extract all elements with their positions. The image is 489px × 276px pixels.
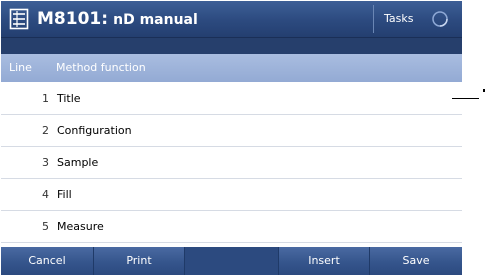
method-function-list: 1 Title 2 Configuration 3 Sample 4 Fill … bbox=[1, 83, 462, 243]
column-header-method-function: Method function bbox=[56, 61, 146, 74]
insert-button[interactable]: Insert bbox=[279, 247, 370, 275]
column-header-line: Line bbox=[9, 61, 32, 74]
row-function-label: Title bbox=[57, 92, 81, 105]
row-line-number: 5 bbox=[42, 220, 49, 233]
row-line-number: 2 bbox=[42, 124, 49, 137]
row-function-label: Configuration bbox=[57, 124, 132, 137]
table-row[interactable]: 5 Measure bbox=[1, 211, 462, 243]
empty-action-slot bbox=[185, 247, 279, 275]
print-button[interactable]: Print bbox=[94, 247, 185, 275]
method-id: M8101: bbox=[37, 9, 109, 29]
title-bar: M8101: nD manual Tasks bbox=[1, 1, 462, 38]
row-line-number: 3 bbox=[42, 156, 49, 169]
table-row[interactable]: 4 Fill bbox=[1, 179, 462, 211]
tasks-label: Tasks bbox=[384, 12, 414, 25]
row-function-label: Measure bbox=[57, 220, 104, 233]
tasks-button[interactable]: Tasks bbox=[374, 1, 462, 37]
callout-mark bbox=[483, 89, 485, 92]
table-header: Line Method function bbox=[1, 54, 462, 82]
page-title: M8101: nD manual bbox=[37, 1, 198, 37]
row-line-number: 1 bbox=[42, 92, 49, 105]
method-list-icon bbox=[9, 8, 29, 30]
row-line-number: 4 bbox=[42, 188, 49, 201]
table-row[interactable]: 1 Title bbox=[1, 83, 462, 115]
table-row[interactable]: 3 Sample bbox=[1, 147, 462, 179]
row-function-label: Fill bbox=[57, 188, 72, 201]
row-function-label: Sample bbox=[57, 156, 99, 169]
method-name: nD manual bbox=[113, 12, 198, 28]
method-editor-screen: M8101: nD manual Tasks Line Method funct… bbox=[1, 1, 462, 275]
callout-line bbox=[452, 98, 479, 99]
cancel-button[interactable]: Cancel bbox=[1, 247, 94, 275]
table-row[interactable]: 2 Configuration bbox=[1, 115, 462, 147]
save-button[interactable]: Save bbox=[370, 247, 462, 275]
busy-spinner-icon bbox=[432, 11, 448, 27]
action-bar: Cancel Print Insert Save bbox=[1, 247, 462, 275]
header-strip bbox=[1, 38, 462, 54]
